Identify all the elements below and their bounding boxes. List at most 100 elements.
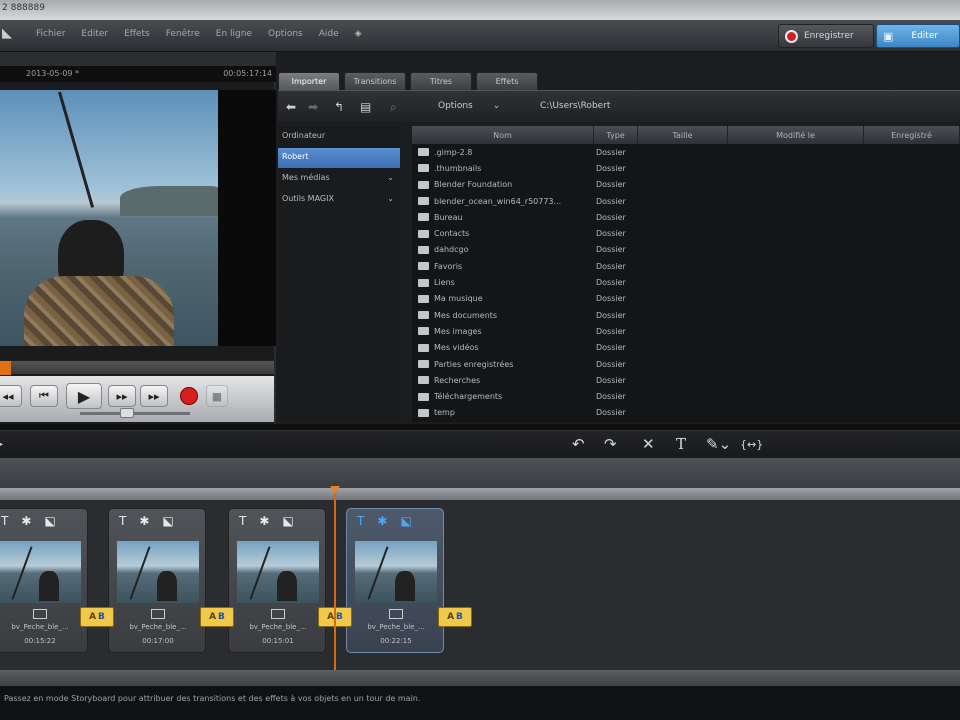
folder-icon bbox=[418, 180, 429, 189]
file-row[interactable]: Bureau Dossier bbox=[412, 209, 960, 225]
crop-icon[interactable]: ⬕ bbox=[44, 514, 55, 528]
column-header[interactable]: Taille bbox=[638, 126, 728, 144]
file-row[interactable]: Blender Foundation Dossier bbox=[412, 177, 960, 193]
playhead[interactable] bbox=[330, 486, 340, 670]
title-icon[interactable]: T bbox=[676, 435, 686, 453]
folder-tree-item[interactable]: Mes médias ⌄ bbox=[278, 169, 400, 189]
share-icon[interactable]: ◈ bbox=[347, 29, 370, 39]
forward-arrow-icon[interactable]: ➡ bbox=[308, 100, 318, 114]
file-row[interactable]: Liens Dossier bbox=[412, 274, 960, 290]
collapse-icon[interactable]: ▸ bbox=[0, 439, 3, 450]
column-header[interactable]: Enregistré bbox=[864, 126, 960, 144]
column-header[interactable]: Type bbox=[594, 126, 638, 144]
delete-icon[interactable]: ✕ bbox=[642, 435, 655, 453]
timeline-scrollbar[interactable] bbox=[0, 670, 960, 686]
effects-icon[interactable]: ✱ bbox=[259, 514, 269, 528]
play-button[interactable]: ▶ bbox=[66, 383, 102, 409]
effects-icon[interactable]: ✱ bbox=[377, 514, 387, 528]
column-header[interactable]: Modifié le bbox=[728, 126, 864, 144]
media-tab[interactable]: Transitions bbox=[344, 72, 406, 90]
crop-icon[interactable]: ⬕ bbox=[282, 514, 293, 528]
media-nav-toolbar: ⬅ ➡ ↰ ▤ ⌕ Options ⌄ C:\Users\Robert bbox=[278, 90, 960, 122]
back-arrow-icon[interactable]: ⬅ bbox=[286, 100, 296, 114]
file-name: Blender Foundation bbox=[434, 180, 513, 190]
file-row[interactable]: Contacts Dossier bbox=[412, 225, 960, 241]
menu-item[interactable]: Aide bbox=[311, 29, 347, 39]
edit-mode-label: Editer bbox=[911, 31, 939, 41]
timeline-ruler[interactable] bbox=[0, 488, 960, 500]
redo-icon[interactable]: ↷ bbox=[604, 435, 617, 453]
preview-letterbox bbox=[218, 90, 276, 346]
file-row[interactable]: Recherches Dossier bbox=[412, 372, 960, 388]
fast-forward-button[interactable]: ▸▸ bbox=[140, 385, 168, 407]
folder-tree-item[interactable]: Outils MAGIX ⌄ bbox=[278, 190, 400, 210]
file-row[interactable]: Mes vidéos Dossier bbox=[412, 340, 960, 356]
clip-duration: 00:15:22 bbox=[24, 637, 56, 645]
file-row[interactable]: temp Dossier bbox=[412, 405, 960, 421]
preview-scrubber[interactable] bbox=[0, 360, 274, 375]
menu-item[interactable]: Editer bbox=[73, 29, 116, 39]
transition-button[interactable]: AB bbox=[200, 607, 234, 627]
storyboard-clip[interactable]: T ✱ ⬕ bv_Peche_ble_... 00:22:15 bbox=[346, 508, 444, 653]
folder-view-icon[interactable]: ▤ bbox=[360, 100, 371, 114]
media-tab[interactable]: Titres bbox=[410, 72, 472, 90]
file-row[interactable]: Mes images Dossier bbox=[412, 323, 960, 339]
next-marker-button[interactable]: ▸▸ bbox=[108, 385, 136, 407]
column-header[interactable]: Nom bbox=[412, 126, 594, 144]
storyboard-clip[interactable]: T ✱ ⬕ bv_Peche_ble_... 00:15:01 bbox=[228, 508, 326, 653]
slider-knob[interactable] bbox=[120, 408, 134, 418]
previous-marker-button[interactable]: ⏮ bbox=[30, 385, 58, 407]
file-row[interactable]: Parties enregistrées Dossier bbox=[412, 356, 960, 372]
chevron-down-icon[interactable]: ⌄ bbox=[387, 194, 394, 203]
menu-item[interactable]: Fenêtre bbox=[158, 29, 208, 39]
file-row[interactable]: dahdcgo Dossier bbox=[412, 242, 960, 258]
storyboard-clip[interactable]: T ✱ ⬕ bv_Peche_ble_... 00:15:22 bbox=[0, 508, 88, 653]
folder-icon bbox=[418, 327, 429, 336]
crop-icon[interactable]: ⬕ bbox=[400, 514, 411, 528]
file-name: Mes documents bbox=[434, 310, 498, 320]
file-type: Dossier bbox=[596, 163, 626, 173]
folder-tree-label: Ordinateur bbox=[282, 131, 326, 140]
record-mode-button[interactable]: Enregistrer bbox=[778, 24, 874, 48]
title-icon[interactable]: T bbox=[357, 514, 364, 528]
menu-item[interactable]: En ligne bbox=[208, 29, 260, 39]
options-dropdown[interactable]: Options ⌄ bbox=[438, 101, 500, 111]
menu-item[interactable]: Fichier bbox=[28, 29, 73, 39]
playback-speed-slider[interactable] bbox=[80, 408, 190, 418]
transition-a-label: A bbox=[447, 612, 455, 622]
file-row[interactable]: .thumbnails Dossier bbox=[412, 160, 960, 176]
transition-b-label: B bbox=[336, 612, 343, 622]
transition-button[interactable]: AB bbox=[80, 607, 114, 627]
transition-button[interactable]: AB bbox=[438, 607, 472, 627]
file-row[interactable]: Mes documents Dossier bbox=[412, 307, 960, 323]
effects-icon[interactable]: ✱ bbox=[139, 514, 149, 528]
record-button[interactable] bbox=[180, 387, 198, 405]
eraser-icon[interactable]: ✎⌄ bbox=[706, 435, 731, 453]
status-bar: Passez en mode Storyboard pour attribuer… bbox=[0, 686, 960, 720]
crop-icon[interactable]: ⬕ bbox=[162, 514, 173, 528]
title-icon[interactable]: T bbox=[239, 514, 246, 528]
media-tab[interactable]: Effets bbox=[476, 72, 538, 90]
file-row[interactable]: Téléchargements Dossier bbox=[412, 388, 960, 404]
up-folder-icon[interactable]: ↰ bbox=[334, 100, 344, 114]
menu-item[interactable]: Effets bbox=[116, 29, 158, 39]
file-row[interactable]: Ma musique Dossier bbox=[412, 291, 960, 307]
title-icon[interactable]: T bbox=[1, 514, 8, 528]
file-row[interactable]: .gimp-2.8 Dossier bbox=[412, 144, 960, 160]
menu-item[interactable]: Options bbox=[260, 29, 311, 39]
folder-tree-item[interactable]: Ordinateur bbox=[278, 127, 400, 147]
file-row[interactable]: blender_ocean_win64_r50773... Dossier bbox=[412, 193, 960, 209]
chevron-down-icon[interactable]: ⌄ bbox=[387, 173, 394, 182]
media-tab[interactable]: Importer bbox=[278, 72, 340, 90]
storyboard-clip[interactable]: T ✱ ⬕ bv_Peche_ble_... 00:17:00 bbox=[108, 508, 206, 653]
search-icon[interactable]: ⌕ bbox=[390, 100, 397, 115]
title-icon[interactable]: T bbox=[119, 514, 126, 528]
rewind-button[interactable]: ◂◂ bbox=[0, 385, 22, 407]
effects-icon[interactable]: ✱ bbox=[21, 514, 31, 528]
edit-mode-button[interactable]: ▣ Editer bbox=[876, 24, 960, 48]
split-icon[interactable]: {↔} bbox=[740, 438, 763, 451]
undo-icon[interactable]: ↶ bbox=[572, 435, 585, 453]
stop-record-button[interactable]: ■ bbox=[206, 385, 228, 407]
folder-tree-item[interactable]: Robert bbox=[278, 148, 400, 168]
file-row[interactable]: Favoris Dossier bbox=[412, 258, 960, 274]
